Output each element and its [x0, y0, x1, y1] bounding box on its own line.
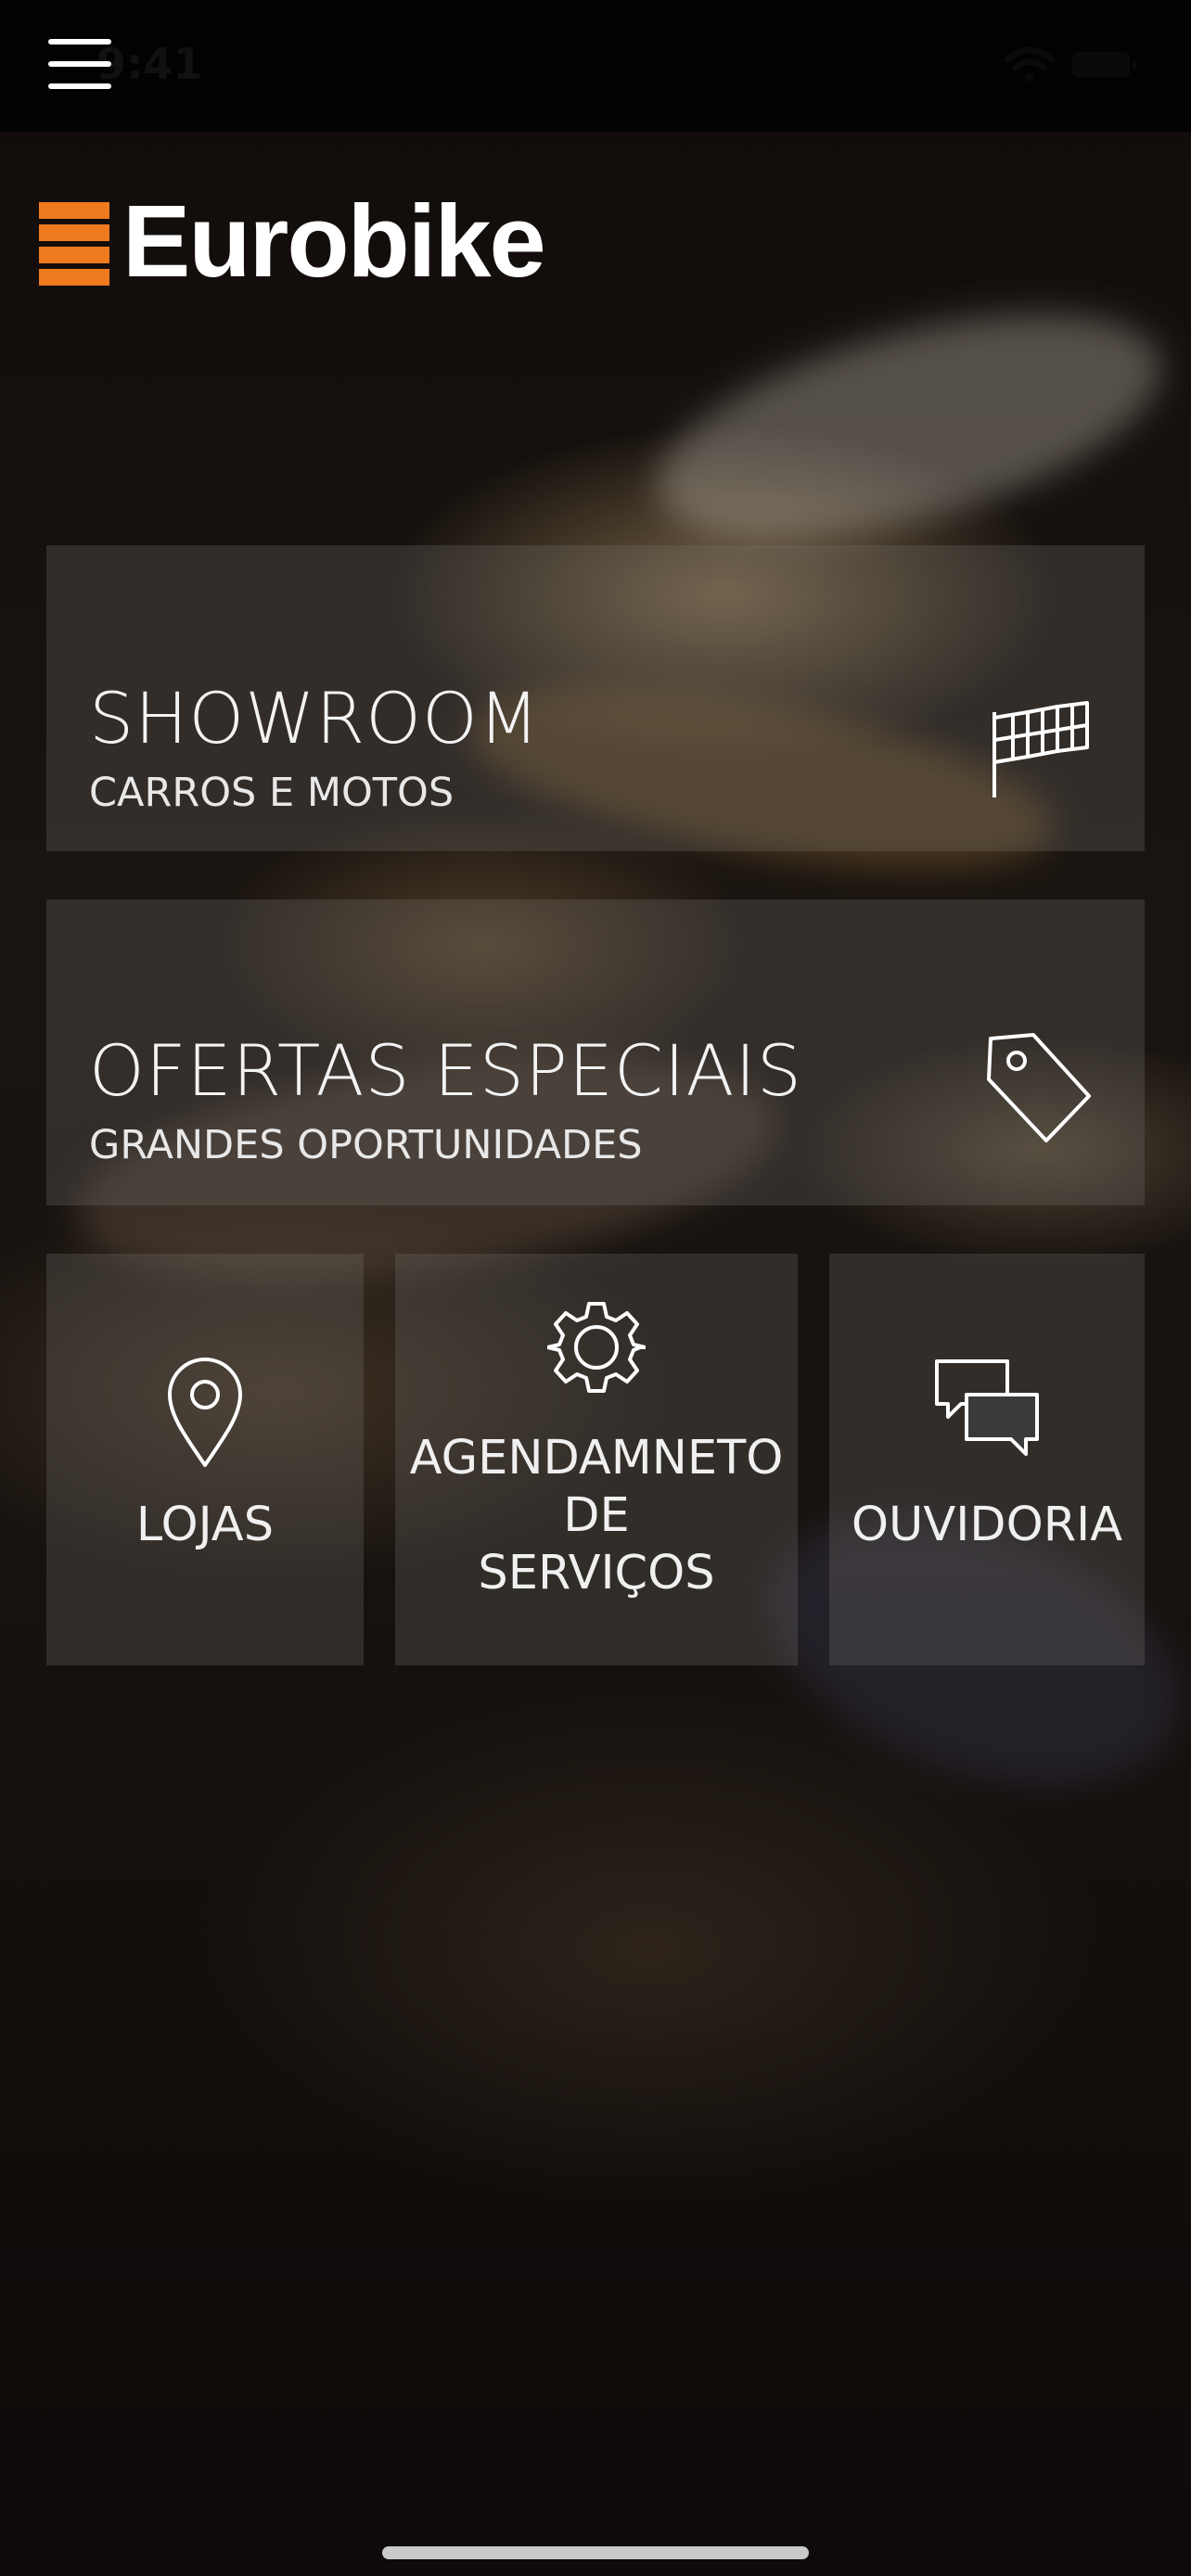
- battery-icon: [1072, 52, 1136, 78]
- lojas-card[interactable]: LOJAS: [46, 1254, 364, 1665]
- status-bar: 9:41: [0, 0, 1191, 132]
- ofertas-subtitle: GRANDES OPORTUNIDADES: [89, 1122, 643, 1168]
- ouvidoria-label: OUVIDORIA: [851, 1498, 1123, 1552]
- ouvidoria-card[interactable]: OUVIDORIA: [829, 1254, 1145, 1665]
- lojas-label: LOJAS: [135, 1498, 275, 1552]
- ofertas-title: OFERTAS ESPECIAIS: [89, 1029, 802, 1112]
- ofertas-card[interactable]: OFERTAS ESPECIAIS GRANDES OPORTUNIDADES: [46, 899, 1145, 1205]
- location-pin-icon: [168, 1358, 242, 1467]
- home-indicator[interactable]: [382, 2546, 809, 2559]
- brand-name: Eurobike: [122, 185, 546, 299]
- price-tag-icon: [987, 1033, 1091, 1142]
- flags-icon: [992, 701, 1089, 797]
- showroom-subtitle: CARROS E MOTOS: [89, 770, 455, 816]
- chat-bubbles-icon: [935, 1359, 1039, 1456]
- gear-icon: [547, 1302, 646, 1393]
- showroom-card[interactable]: SHOWROOM CARROS E MOTOS: [46, 545, 1145, 851]
- brand-logo: Eurobike: [39, 185, 546, 299]
- showroom-title: SHOWROOM: [89, 677, 541, 759]
- hamburger-menu-icon[interactable]: [48, 39, 115, 91]
- logo-mark-icon: [39, 198, 109, 286]
- agendamento-card[interactable]: AGENDAMNETO DE SERVIÇOS: [395, 1254, 798, 1665]
- agendamento-label: AGENDAMNETO DE SERVIÇOS: [409, 1431, 784, 1601]
- wifi-icon: [1004, 46, 1056, 82]
